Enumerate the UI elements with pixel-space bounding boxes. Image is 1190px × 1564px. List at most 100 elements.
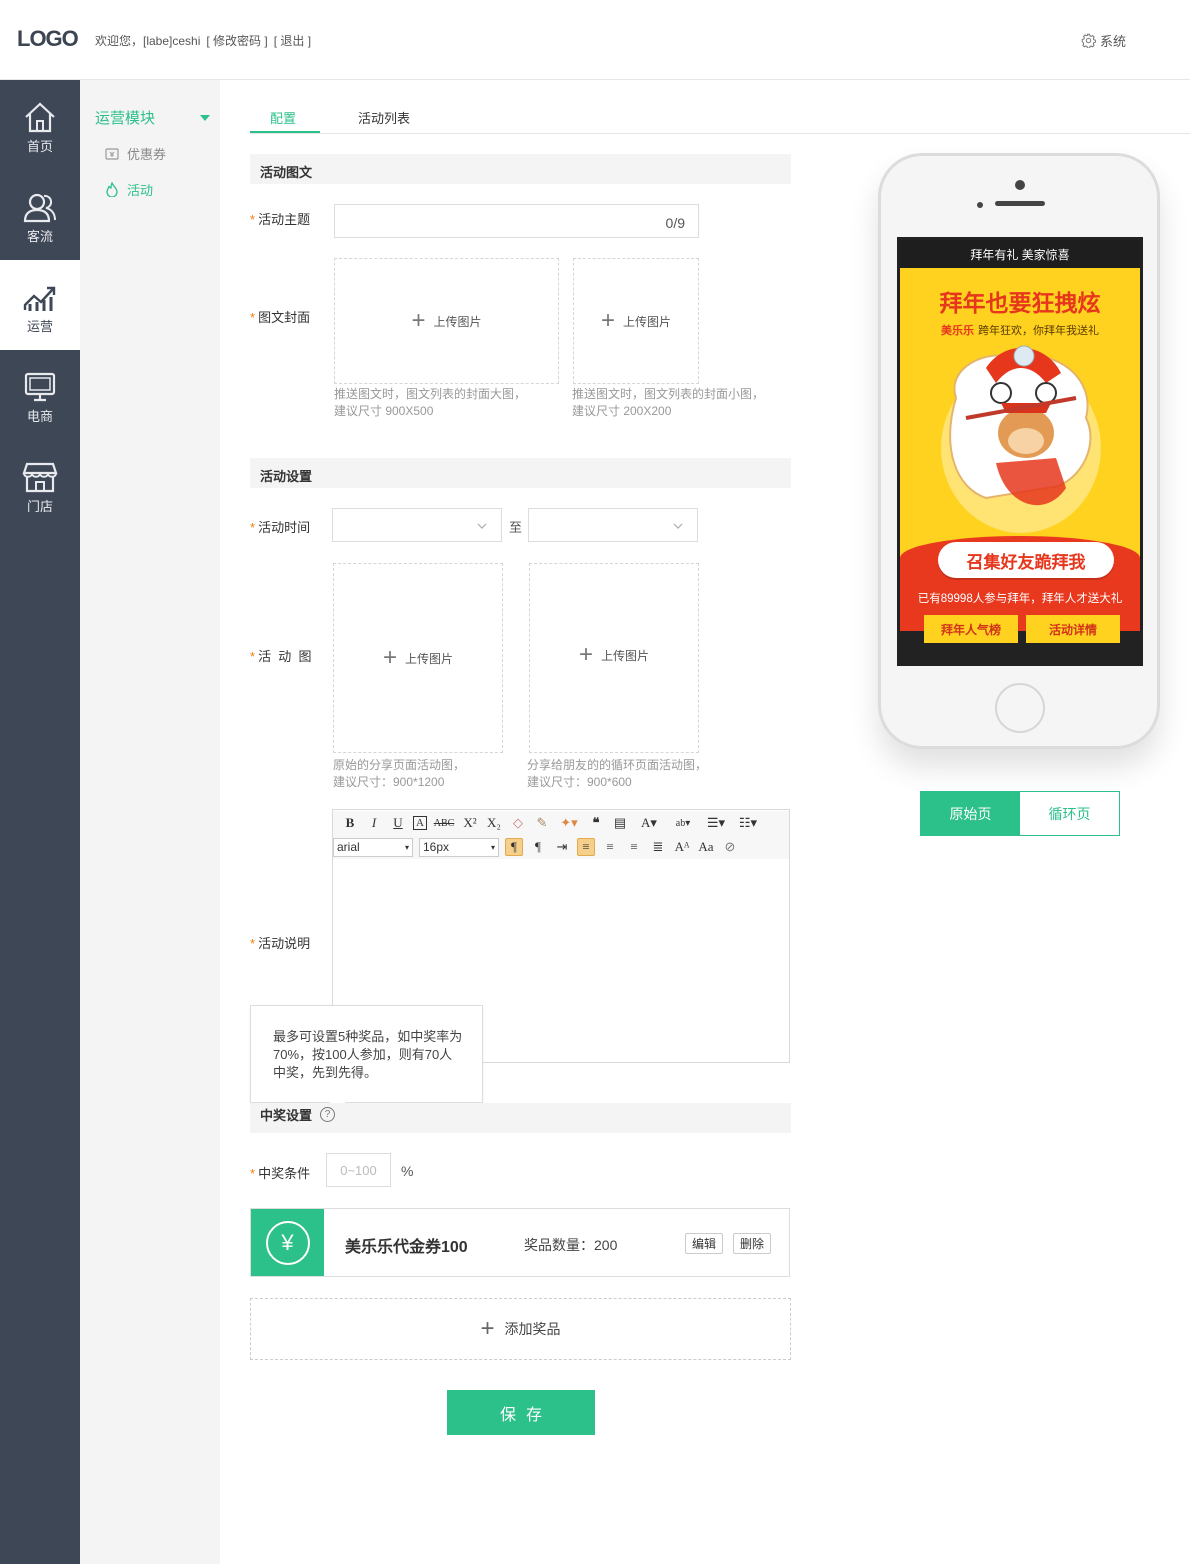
font-size-select[interactable]: 16px ▾ <box>419 837 499 857</box>
fire-icon <box>106 182 118 197</box>
ordered-list-icon[interactable]: ☰▾ <box>703 814 729 832</box>
preview-hero-title: 拜年也要狂拽炫 <box>939 290 1101 316</box>
home-icon <box>25 102 55 133</box>
preview-counter: 已有89998人参与拜年，拜年人才送大礼 <box>917 593 1123 605</box>
topic-input[interactable]: 0/9 <box>334 204 699 238</box>
nav-label-home: 首页 <box>26 139 53 154</box>
align-right-icon[interactable]: ≡ <box>625 838 643 856</box>
nav-label-store: 门店 <box>26 499 53 514</box>
subscript-icon[interactable]: X₂ <box>485 814 503 832</box>
preview-title: 拜年有礼 美家惊喜 <box>900 240 1140 268</box>
auto-format-icon[interactable]: ✦▾ <box>557 814 581 832</box>
prize-icon-area: ¥ <box>251 1209 324 1276</box>
welcome-user: 欢迎您，[labe]ceshi <box>95 34 201 48</box>
chevron-down-icon <box>477 523 487 529</box>
camera-dot <box>1015 180 1025 190</box>
nav-item-store[interactable]: 门店 <box>0 440 80 530</box>
loop-image-upload[interactable]: + 上传图片 <box>529 563 699 753</box>
system-menu[interactable]: 系统 <box>1081 31 1126 50</box>
highlight-icon[interactable]: ab▾ <box>669 814 697 832</box>
prize-section-title: 中奖设置 <box>260 1107 313 1123</box>
unordered-list-icon[interactable]: ☷▾ <box>735 814 761 832</box>
users-icon <box>23 193 56 223</box>
nav-label-traffic: 客流 <box>26 229 53 244</box>
welcome-text: 欢迎您，[labe]ceshi [ 修改密码 ] [ 退出 ] <box>95 32 317 49</box>
format-brush-icon[interactable]: ✎ <box>533 814 551 832</box>
sub-menu-title-label: 运营模块 <box>95 110 156 127</box>
tab-activity-list[interactable]: 活动列表 <box>358 108 410 127</box>
ltr-icon[interactable]: ¶ <box>505 838 523 856</box>
lowercase-icon[interactable]: Aa <box>697 838 715 856</box>
upload-label: 上传图片 <box>405 651 454 666</box>
nav-item-traffic[interactable]: 客流 <box>0 170 80 260</box>
help-icon[interactable]: ? <box>320 1106 336 1122</box>
blockquote-icon[interactable]: ❝ <box>587 814 605 832</box>
plus-icon: + <box>480 1315 495 1342</box>
chart-icon <box>23 286 56 311</box>
indent-icon[interactable]: ⇥ <box>553 838 571 856</box>
rtl-icon[interactable]: ¶ <box>529 838 547 856</box>
change-password-link[interactable]: [ 修改密码 ] <box>206 34 267 48</box>
superscript-icon[interactable]: X² <box>461 814 479 832</box>
nav-label-ecommerce: 电商 <box>26 409 53 424</box>
nav-item-home[interactable]: 首页 <box>0 80 80 170</box>
topic-counter: 0/9 <box>665 215 685 231</box>
border-text-icon[interactable]: A <box>413 816 427 830</box>
gear-icon <box>1081 33 1096 48</box>
plus-icon: + <box>382 644 397 671</box>
edit-prize-button[interactable]: 编辑 <box>685 1233 723 1254</box>
tab-config[interactable]: 配置 <box>270 108 296 127</box>
align-center-icon[interactable]: ≡ <box>601 838 619 856</box>
loop-image-hint: 分享给朋友的的循环页面活动图， 建议尺寸：900*600 <box>527 758 708 789</box>
section-header-prize: 中奖设置 ? <box>250 1103 791 1133</box>
loop-page-button[interactable]: 循环页 <box>1020 792 1119 835</box>
caret-down-icon <box>200 114 210 121</box>
underline-icon[interactable]: U <box>389 814 407 832</box>
delete-prize-button[interactable]: 删除 <box>733 1233 771 1254</box>
nav-item-ecommerce[interactable]: 电商 <box>0 350 80 440</box>
add-prize-button[interactable]: + 添加奖品 <box>250 1298 791 1360</box>
uppercase-icon[interactable]: Aᴬ <box>673 838 691 856</box>
plus-icon: + <box>578 641 593 668</box>
upload-label: 上传图片 <box>623 314 672 329</box>
speaker-slot <box>995 201 1045 206</box>
sub-item-activity-label: 活动 <box>127 183 154 198</box>
original-page-button[interactable]: 原始页 <box>921 792 1020 835</box>
font-family-select[interactable]: arial ▾ <box>333 837 413 857</box>
end-date-select[interactable] <box>528 508 698 542</box>
link-icon[interactable]: ⊘ <box>721 838 739 856</box>
share-image-hint: 原始的分享页面活动图， 建议尺寸：900*1200 <box>333 758 466 789</box>
sub-menu-title[interactable]: 运营模块 <box>95 107 210 128</box>
prize-name: 美乐乐代金券100 <box>345 1239 468 1256</box>
cover-small-upload[interactable]: + 上传图片 <box>573 258 699 384</box>
italic-icon[interactable]: I <box>365 814 383 832</box>
tab-bar: 配置 活动列表 <box>250 100 1190 134</box>
preview-screen: 拜年有礼 美家惊喜 拜年也要狂拽炫 美乐乐 跨年狂欢，你拜年我送礼 召集好友跪拜我… <box>897 237 1143 666</box>
font-color-icon[interactable]: A▾ <box>635 814 663 832</box>
strikethrough-icon[interactable]: ABC <box>433 814 455 832</box>
share-image-upload[interactable]: + 上传图片 <box>333 563 503 753</box>
condition-input[interactable]: 0~100 <box>326 1153 391 1187</box>
align-justify-icon[interactable]: ≣ <box>649 838 667 856</box>
paste-icon[interactable]: ▤ <box>611 814 629 832</box>
cover-big-upload[interactable]: + 上传图片 <box>334 258 559 384</box>
main-sidebar: 首页 客流 运营 电商 门店 <box>0 80 80 1564</box>
phone-preview: 拜年有礼 美家惊喜 拜年也要狂拽炫 美乐乐 跨年狂欢，你拜年我送礼 召集好友跪拜我… <box>878 153 1160 749</box>
prize-quantity: 奖品数量：200 <box>524 1237 618 1253</box>
logout-link[interactable]: [ 退出 ] <box>274 34 311 48</box>
main-content: 配置 活动列表 活动图文 * 活动主题 0/9 * 图文封面 + 上传图片 + 上传图片… <box>220 80 1190 1564</box>
upload-label: 上传图片 <box>433 314 482 329</box>
logo: LOGO <box>17 26 79 51</box>
sub-item-coupon[interactable]: 优惠券 <box>105 144 166 163</box>
eraser-icon[interactable]: ◇ <box>509 814 527 832</box>
lion-dance-illustration <box>941 345 1101 533</box>
save-button[interactable]: 保存 <box>447 1390 595 1435</box>
sub-item-activity[interactable]: 活动 <box>105 180 153 199</box>
start-date-select[interactable] <box>332 508 502 542</box>
nav-item-operation[interactable]: 运营 <box>0 260 80 350</box>
align-left-icon[interactable]: ≡ <box>577 838 595 856</box>
bold-icon[interactable]: B <box>341 814 359 832</box>
phone-home-button <box>995 683 1045 733</box>
preview-brand: 美乐乐 <box>941 325 974 337</box>
section-header-content: 活动图文 <box>250 154 791 184</box>
